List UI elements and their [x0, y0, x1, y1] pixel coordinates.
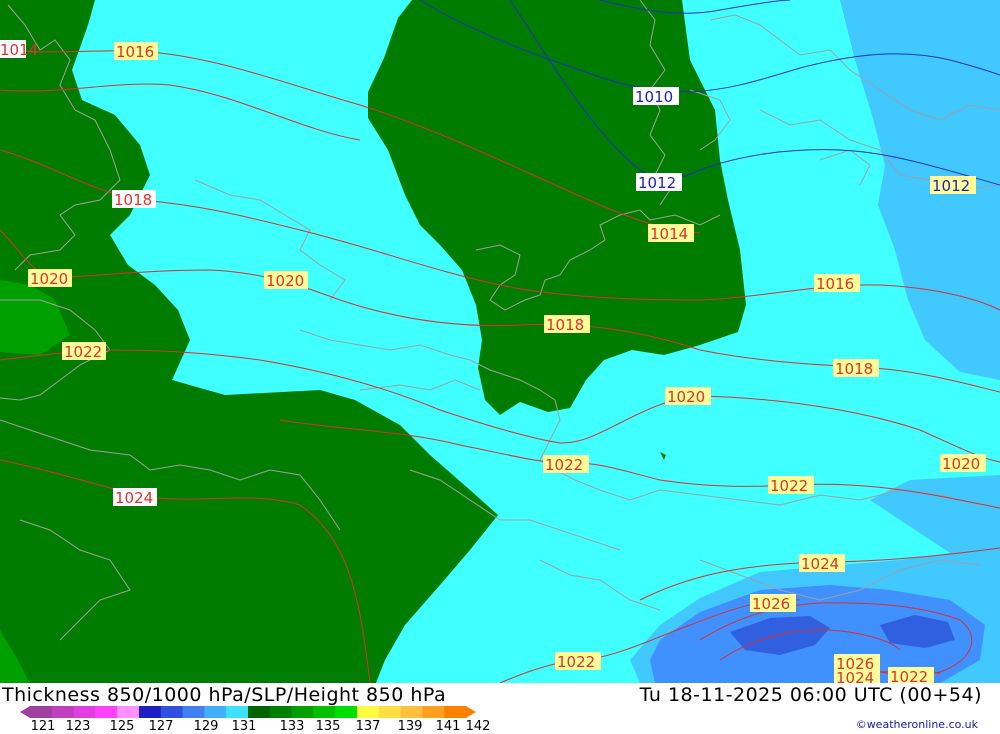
- isobar-label: 1010: [633, 87, 679, 106]
- svg-text:1010: 1010: [635, 88, 673, 106]
- svg-text:1022: 1022: [64, 343, 102, 361]
- svg-text:1014: 1014: [650, 225, 688, 243]
- color-scale-swatch: [51, 706, 75, 718]
- color-scale-tick: 127: [148, 719, 174, 734]
- color-scale-swatches: [20, 706, 476, 718]
- color-scale-swatch: [139, 706, 162, 718]
- color-scale-swatch: [378, 706, 402, 718]
- color-scale-swatch: [313, 706, 336, 718]
- color-scale-swatch: [182, 706, 205, 718]
- color-scale-tick: 142: [465, 719, 491, 734]
- svg-text:1026: 1026: [752, 595, 790, 613]
- color-scale-swatch: [291, 706, 314, 718]
- svg-text:1018: 1018: [835, 360, 873, 378]
- isobar-label: 1022: [768, 476, 814, 495]
- color-scale-swatch: [226, 706, 249, 718]
- map-area: 1014 1016 1018 1020 1022 1024 1020 1010 …: [0, 0, 1000, 683]
- isobar-label: 1018: [833, 359, 879, 378]
- svg-text:1024: 1024: [801, 555, 839, 573]
- svg-text:1022: 1022: [557, 653, 595, 671]
- svg-text:1022: 1022: [890, 668, 928, 683]
- color-scale-ticks: 121 123 125 127 129 131 133 135 137 139 …: [20, 719, 491, 734]
- isobar-label: 1014: [0, 40, 38, 59]
- svg-text:1020: 1020: [667, 388, 705, 406]
- isobar-label: 1018: [544, 315, 590, 334]
- map-title: Thickness 850/1000 hPa/SLP/Height 850 hP…: [2, 684, 447, 706]
- isobar-label: 1024: [113, 488, 157, 507]
- isobar-label: 1022: [555, 652, 601, 671]
- svg-text:1024: 1024: [836, 669, 874, 683]
- svg-text:1018: 1018: [114, 191, 152, 209]
- isobar-label: 1014: [648, 224, 694, 243]
- color-scale-swatch: [204, 706, 227, 718]
- color-scale-swatch: [95, 706, 118, 718]
- color-scale-arrow-left: [20, 706, 30, 718]
- credit-link[interactable]: ©weatheronline.co.uk: [856, 718, 978, 731]
- color-scale-swatch: [422, 706, 445, 718]
- color-scale-swatch: [160, 706, 184, 718]
- color-scale-tick: 125: [109, 719, 135, 734]
- color-scale-swatch: [269, 706, 293, 718]
- color-scale-swatch: [357, 706, 380, 718]
- color-scale-tick: 131: [231, 719, 257, 734]
- color-scale-tick: 123: [65, 719, 91, 734]
- isobar-label: 1016: [114, 42, 158, 61]
- svg-text:1018: 1018: [546, 316, 584, 334]
- color-scale-swatch: [117, 706, 140, 718]
- isobar-label: 1020: [28, 269, 72, 288]
- color-scale-swatch: [73, 706, 96, 718]
- svg-text:1020: 1020: [30, 270, 68, 288]
- isobar-label: 1022: [888, 667, 934, 683]
- isobar-label: 1012: [930, 176, 976, 195]
- svg-text:1022: 1022: [545, 456, 583, 474]
- isobar-label: 1020: [940, 454, 986, 473]
- svg-text:1020: 1020: [266, 272, 304, 290]
- svg-text:1024: 1024: [115, 489, 153, 507]
- isobar-label: 1024: [834, 669, 880, 683]
- isobar-label: 1022: [543, 455, 589, 474]
- svg-text:1016: 1016: [116, 43, 154, 61]
- isobar-label: 1016: [814, 274, 860, 293]
- svg-text:1016: 1016: [816, 275, 854, 293]
- color-scale-tick: 135: [315, 719, 341, 734]
- isobar-label: 1022: [62, 342, 106, 361]
- color-scale-bar: [20, 706, 476, 718]
- isobar-label: 1012: [636, 173, 682, 192]
- color-scale-tick: 133: [279, 719, 305, 734]
- color-scale-arrow-right: [466, 706, 476, 718]
- color-scale-swatch: [444, 706, 467, 718]
- color-scale-swatch: [335, 706, 358, 718]
- isobar-label: 1020: [665, 387, 711, 406]
- color-scale-swatch: [248, 706, 271, 718]
- svg-text:1012: 1012: [638, 174, 676, 192]
- svg-text:1012: 1012: [932, 177, 970, 195]
- svg-text:1014: 1014: [0, 41, 38, 59]
- color-scale-tick: 137: [355, 719, 381, 734]
- color-scale-tick: 129: [193, 719, 219, 734]
- svg-text:1020: 1020: [942, 455, 980, 473]
- isobar-label: 1020: [264, 271, 308, 290]
- color-scale-tick: 141: [435, 719, 461, 734]
- isobar-label: 1024: [799, 554, 845, 573]
- color-scale-swatch: [400, 706, 423, 718]
- color-scale-tick: 139: [397, 719, 423, 734]
- isobar-label: 1026: [750, 594, 796, 613]
- map-datetime: Tu 18-11-2025 06:00 UTC (00+54): [639, 684, 982, 706]
- svg-text:1022: 1022: [770, 477, 808, 495]
- isobar-label: 1018: [112, 190, 156, 209]
- color-scale-tick: 121: [30, 719, 56, 734]
- color-scale-swatch: [30, 706, 53, 718]
